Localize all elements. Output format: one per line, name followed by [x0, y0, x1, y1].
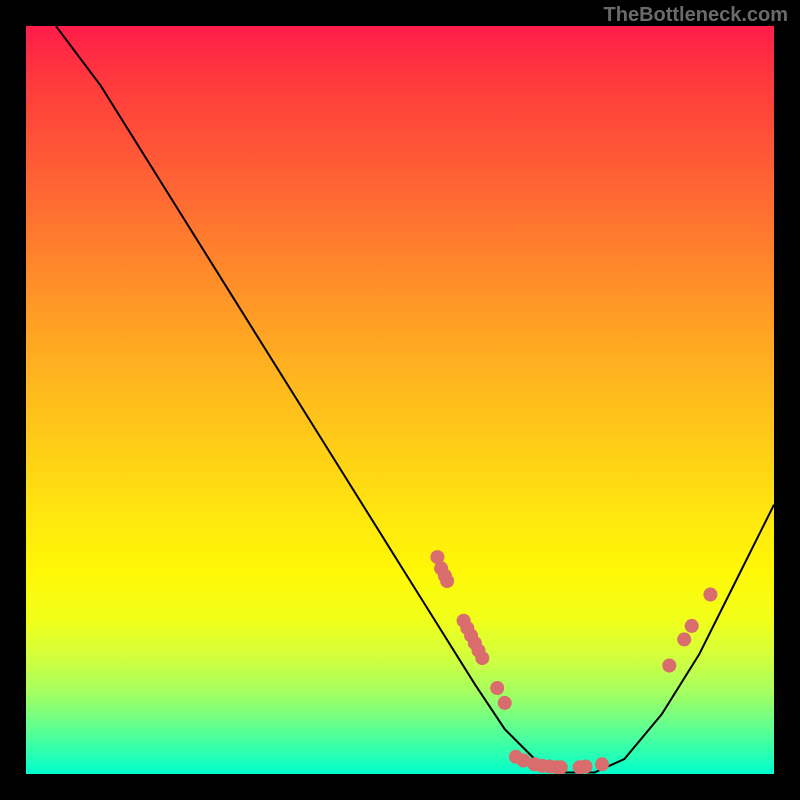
data-point	[579, 760, 593, 774]
data-point	[440, 574, 454, 588]
data-point	[677, 632, 691, 646]
data-point	[554, 760, 568, 774]
data-point	[595, 757, 609, 771]
data-points	[430, 550, 717, 774]
data-point	[498, 696, 512, 710]
data-point	[475, 651, 489, 665]
data-point	[685, 619, 699, 633]
watermark-text: TheBottleneck.com	[604, 4, 788, 27]
plot-area	[26, 26, 774, 774]
data-point	[662, 659, 676, 673]
data-point	[703, 588, 717, 602]
chart-svg	[26, 26, 774, 774]
data-point	[490, 681, 504, 695]
